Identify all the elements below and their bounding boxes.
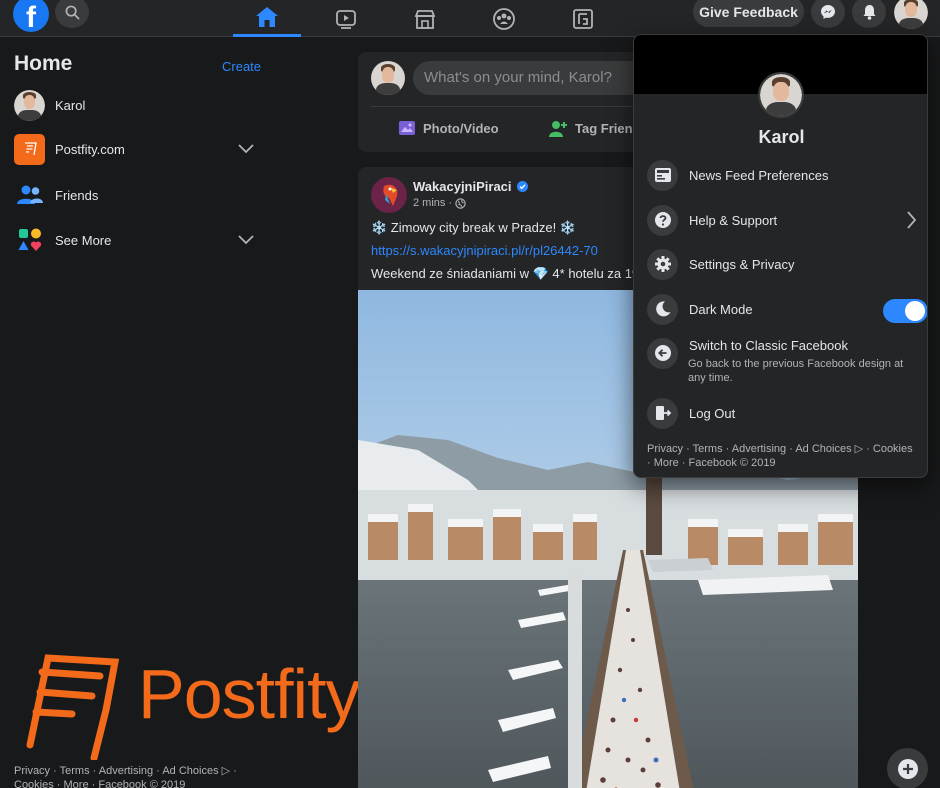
sidebar-footer-links[interactable]: Privacy · Terms · Advertising · Ad Choic… — [14, 764, 264, 788]
back-arrow-icon — [647, 337, 678, 369]
log-out-icon — [647, 397, 678, 429]
account-menu-dropdown: Karol News Feed Preferences Help & Suppo… — [633, 34, 928, 478]
give-feedback-button[interactable]: Give Feedback — [693, 0, 804, 27]
marketplace-store-icon — [414, 9, 436, 29]
gear-icon — [647, 248, 678, 280]
create-link[interactable]: Create — [222, 59, 261, 74]
new-message-button[interactable] — [887, 748, 928, 788]
switch-classic-description: Go back to the previous Facebook design … — [688, 358, 904, 384]
post-author-name: WakacyjniPiraci — [413, 179, 512, 194]
chevron-right-icon — [907, 211, 917, 234]
menu-item-label: Dark Mode — [689, 301, 753, 317]
help-question-icon — [647, 204, 678, 236]
news-feed-icon — [647, 159, 678, 191]
search-icon — [65, 5, 79, 19]
notifications-button[interactable] — [852, 0, 886, 28]
avatar[interactable] — [758, 72, 804, 118]
menu-item-news-feed-preferences[interactable]: News Feed Preferences — [647, 159, 917, 191]
post-link[interactable]: https://s.wakacyjnipiraci.pl/r/pl26442-7… — [371, 243, 598, 258]
menu-item-dark-mode[interactable]: Dark Mode — [647, 293, 927, 325]
avatar — [894, 0, 928, 29]
avatar — [14, 89, 45, 121]
plus-compose-icon — [897, 758, 918, 779]
menu-item-label: Help & Support — [689, 212, 778, 228]
messenger-button[interactable] — [811, 0, 845, 28]
avatar — [371, 61, 405, 95]
sidebar-item-postfity[interactable]: Postfity.com — [14, 133, 264, 165]
sidebar-item-friends[interactable]: Friends — [14, 179, 264, 211]
profile-name[interactable]: Karol — [634, 127, 927, 148]
sidebar-item-profile[interactable]: Karol — [14, 89, 264, 121]
sidebar-item-label: Karol — [55, 97, 86, 113]
groups-icon — [493, 7, 515, 30]
post-timestamp[interactable]: 2 mins · — [413, 197, 466, 209]
bell-icon — [863, 5, 875, 20]
tag-friends-icon — [549, 121, 567, 137]
friends-icon — [14, 180, 45, 211]
sidebar-item-see-more[interactable]: See More — [14, 224, 264, 256]
gaming-icon — [573, 8, 593, 29]
menu-item-label: News Feed Preferences — [689, 167, 829, 183]
postfity-logo-icon — [26, 654, 120, 760]
watch-video-icon — [336, 9, 356, 29]
sidebar-item-label: See More — [55, 232, 112, 248]
account-avatar-button[interactable] — [894, 0, 928, 29]
sidebar-item-label: Postfity.com — [55, 141, 125, 157]
postfity-watermark-logo: Postfity — [20, 650, 365, 760]
sidebar-title: Home — [14, 52, 73, 75]
menu-item-label: Log Out — [689, 405, 736, 421]
tab-home[interactable] — [233, 0, 301, 37]
tab-marketplace[interactable] — [391, 0, 459, 37]
facebook-logo-icon[interactable]: f — [13, 0, 49, 32]
post-author[interactable]: WakacyjniPiraci — [413, 179, 528, 194]
sidebar-item-label: Friends — [55, 187, 99, 203]
menu-footer-links[interactable]: Privacy · Terms · Advertising · Ad Choic… — [647, 442, 917, 470]
page-avatar[interactable] — [371, 177, 407, 213]
menu-item-help-support[interactable]: Help & Support — [647, 204, 917, 236]
dark-mode-toggle[interactable] — [883, 299, 927, 323]
moon-icon — [647, 293, 678, 325]
postfity-wordmark: Postfity — [138, 655, 361, 733]
post-text-line: Weekend ze śniadaniami w 💎 4* hotelu za … — [371, 266, 640, 281]
see-more-shapes-icon — [14, 225, 45, 256]
photo-video-button[interactable]: Photo/Video — [398, 120, 499, 136]
tab-gaming[interactable] — [549, 0, 617, 37]
search-button[interactable] — [55, 0, 89, 28]
chevron-down-icon[interactable] — [238, 141, 254, 159]
tab-groups[interactable] — [470, 0, 538, 37]
messenger-icon — [821, 5, 835, 19]
menu-item-label: Switch to Classic Facebook — [689, 337, 848, 353]
home-icon — [256, 7, 278, 27]
post-text-line: ❄️ Zimowy city break w Pradze! ❄️ — [371, 220, 577, 235]
verified-badge-icon — [516, 181, 528, 192]
globe-icon — [455, 197, 466, 209]
photo-video-label: Photo/Video — [423, 120, 499, 136]
post-time-text: 2 mins · — [413, 197, 453, 209]
postfity-page-icon — [14, 133, 45, 165]
parrot-logo-icon — [383, 184, 398, 206]
menu-item-log-out[interactable]: Log Out — [647, 397, 917, 429]
top-navigation-bar: f Give Feedback — [0, 0, 940, 37]
toggle-knob — [905, 301, 925, 321]
menu-item-label: Settings & Privacy — [689, 256, 795, 272]
menu-item-settings-privacy[interactable]: Settings & Privacy — [647, 248, 917, 280]
tab-watch[interactable] — [312, 0, 380, 37]
photo-icon — [399, 121, 415, 135]
chevron-down-icon[interactable] — [238, 232, 254, 250]
